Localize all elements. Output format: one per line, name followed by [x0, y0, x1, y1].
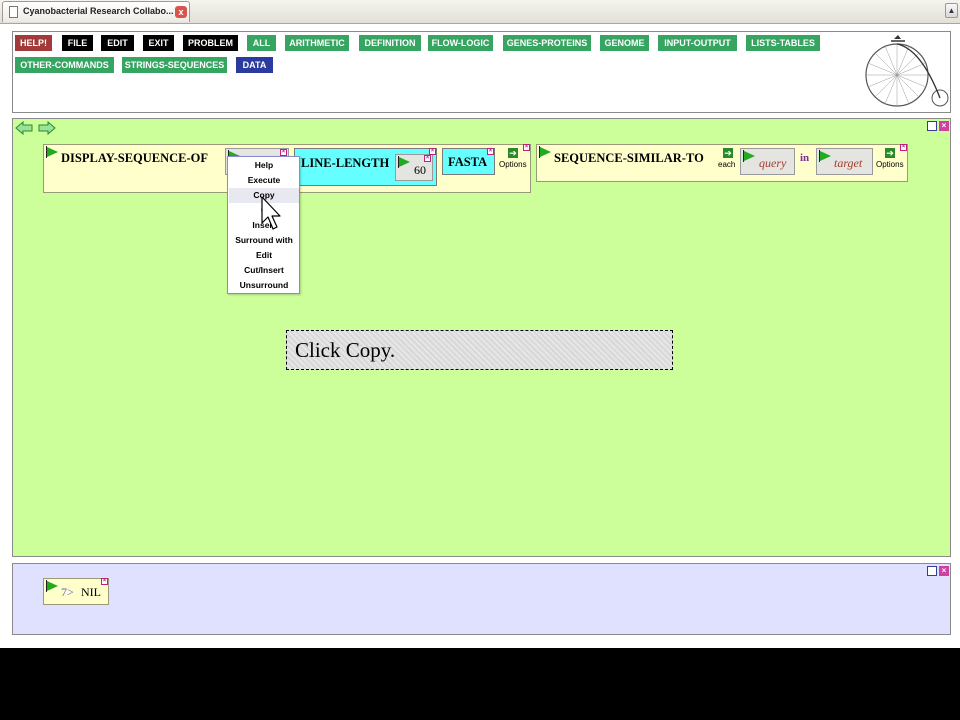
- flow-logic-button[interactable]: FLOW-LOGIC: [428, 35, 493, 51]
- instruction-callout: Click Copy.: [286, 330, 673, 370]
- file-button[interactable]: FILE: [62, 35, 93, 51]
- maximize-icon[interactable]: [927, 121, 937, 131]
- close-icon[interactable]: ×: [939, 566, 949, 576]
- display-sequence-of-keyword: DISPLAY-SEQUENCE-OF: [61, 151, 209, 165]
- line-length-value-slot[interactable]: × 60: [395, 154, 433, 181]
- data-button[interactable]: DATA: [236, 57, 273, 73]
- sequence-similar-to-box[interactable]: SEQUENCE-SIMILAR-TO ➔ each query in targ…: [536, 144, 908, 182]
- menu-item-unsurround[interactable]: Unsurround: [229, 278, 299, 293]
- arithmetic-button[interactable]: ARITHMETIC: [285, 35, 349, 51]
- result-flag-icon[interactable]: [46, 580, 58, 592]
- box-close-icon[interactable]: ×: [523, 144, 530, 151]
- execute-flag-icon[interactable]: [46, 146, 58, 158]
- result-box[interactable]: × 7> NIL: [43, 578, 109, 605]
- maximize-icon[interactable]: [927, 566, 937, 576]
- bottom-black-bar: [0, 648, 960, 720]
- menu-item-cut-insert[interactable]: Cut/Insert: [229, 263, 299, 278]
- in-label: in: [800, 152, 810, 164]
- each-label: each: [718, 160, 736, 169]
- close-icon[interactable]: ×: [939, 121, 949, 131]
- browser-tab-strip: Cyanobacterial Research Collabo... x ▲: [0, 0, 960, 24]
- genes-proteins-button[interactable]: GENES-PROTEINS: [503, 35, 591, 51]
- browser-tab[interactable]: Cyanobacterial Research Collabo... x: [2, 1, 190, 22]
- scroll-up-button[interactable]: ▲: [945, 3, 958, 18]
- instruction-text: Click Copy.: [295, 338, 396, 362]
- command-toolbar: HELP! FILE EDIT EXIT PROBLEM ALL ARITHME…: [12, 31, 951, 113]
- value-close-icon[interactable]: ×: [424, 155, 431, 162]
- result-close-icon[interactable]: ×: [101, 578, 108, 585]
- workspace-canvas[interactable]: × DISPLAY-SEQUENCE-OF × s6789 LINE-LENGT…: [12, 118, 951, 557]
- document-icon: [9, 6, 18, 18]
- mouse-cursor-icon: [261, 196, 281, 230]
- sequence-similar-to-keyword: SEQUENCE-SIMILAR-TO: [554, 151, 704, 165]
- fasta-option[interactable]: FASTA ×: [442, 148, 495, 175]
- line-length-keyword: LINE-LENGTH: [301, 156, 390, 170]
- query-flag-icon[interactable]: [743, 150, 755, 162]
- problem-button[interactable]: PROBLEM: [183, 35, 238, 51]
- fasta-keyword: FASTA: [448, 155, 488, 169]
- penny-farthing-logo: [865, 35, 949, 107]
- value-flag-icon[interactable]: [398, 156, 410, 168]
- all-button[interactable]: ALL: [247, 35, 276, 51]
- menu-item-edit[interactable]: Edit: [229, 248, 299, 263]
- strings-sequences-button[interactable]: STRINGS-SEQUENCES: [122, 57, 227, 73]
- result-prompt: 7>: [61, 585, 74, 599]
- each-arrow-icon[interactable]: ➔: [723, 148, 733, 158]
- menu-item-help[interactable]: Help: [229, 158, 299, 173]
- line-length-value: 60: [414, 163, 426, 177]
- line-length-option[interactable]: LINE-LENGTH × 60 ×: [294, 148, 437, 186]
- back-arrow-icon[interactable]: [15, 121, 33, 135]
- target-flag-icon[interactable]: [819, 150, 831, 162]
- other-commands-button[interactable]: OTHER-COMMANDS: [15, 57, 114, 73]
- edit-button[interactable]: EDIT: [101, 35, 134, 51]
- options-label[interactable]: Options: [876, 160, 904, 169]
- definition-button[interactable]: DEFINITION: [359, 35, 421, 51]
- menu-item-surround-with[interactable]: Surround with: [229, 233, 299, 248]
- query-slot[interactable]: query: [740, 148, 795, 175]
- option-close-icon[interactable]: ×: [429, 148, 436, 155]
- exit-button[interactable]: EXIT: [143, 35, 174, 51]
- query-placeholder: query: [759, 156, 787, 170]
- output-panel: × × 7> NIL: [12, 563, 951, 635]
- execute-flag-icon[interactable]: [539, 146, 551, 158]
- slot-close-icon[interactable]: ×: [280, 149, 287, 156]
- genome-button[interactable]: GENOME: [600, 35, 649, 51]
- tab-title: Cyanobacterial Research Collabo...: [23, 6, 174, 16]
- options-arrow-icon[interactable]: ➔: [885, 148, 895, 158]
- box-close-icon[interactable]: ×: [900, 144, 907, 151]
- options-label[interactable]: Options: [499, 160, 527, 169]
- menu-item-execute[interactable]: Execute: [229, 173, 299, 188]
- fasta-close-icon[interactable]: ×: [487, 148, 494, 155]
- lists-tables-button[interactable]: LISTS-TABLES: [746, 35, 820, 51]
- page: HELP! FILE EDIT EXIT PROBLEM ALL ARITHME…: [0, 24, 960, 648]
- input-output-button[interactable]: INPUT-OUTPUT: [658, 35, 737, 51]
- options-arrow-icon[interactable]: ➔: [508, 148, 518, 158]
- target-slot[interactable]: target: [816, 148, 873, 175]
- help-button[interactable]: HELP!: [15, 35, 52, 51]
- result-value: NIL: [81, 585, 101, 599]
- tab-close-icon[interactable]: x: [175, 6, 187, 18]
- forward-arrow-icon[interactable]: [38, 121, 56, 135]
- target-placeholder: target: [834, 156, 863, 170]
